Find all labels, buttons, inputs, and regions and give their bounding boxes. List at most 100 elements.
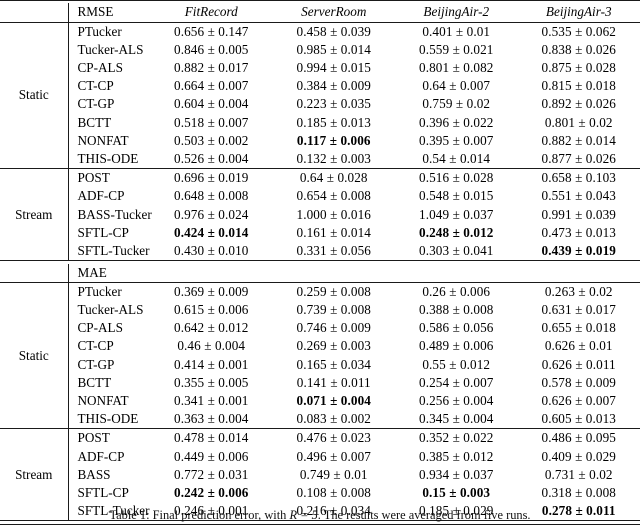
- value-cell: 0.489 ± 0.006: [395, 337, 518, 355]
- value-cell: 0.801 ± 0.02: [518, 114, 640, 132]
- value-cell: 0.615 ± 0.006: [150, 301, 273, 319]
- value-cell: 0.071 ± 0.004: [273, 392, 396, 410]
- group-header-cell: [0, 3, 68, 21]
- value-cell: 0.496 ± 0.007: [273, 448, 396, 466]
- value-cell: 0.256 ± 0.004: [395, 392, 518, 410]
- value-cell: 0.882 ± 0.017: [150, 59, 273, 77]
- value-cell: 0.516 ± 0.028: [395, 169, 518, 188]
- value-cell: 0.654 ± 0.008: [273, 187, 396, 205]
- table-row: ADF-CP0.648 ± 0.0080.654 ± 0.0080.548 ± …: [0, 187, 640, 205]
- value-cell: 0.223 ± 0.035: [273, 95, 396, 113]
- method-name-cell: POST: [68, 169, 150, 188]
- value-cell: 0.385 ± 0.012: [395, 448, 518, 466]
- method-name-cell: BCTT: [68, 374, 150, 392]
- value-cell: 0.64 ± 0.028: [273, 169, 396, 188]
- method-name-cell: CP-ALS: [68, 319, 150, 337]
- results-table: RMSEFitRecordServerRoomBeijingAir-2Beiji…: [0, 0, 640, 525]
- value-cell: 0.341 ± 0.001: [150, 392, 273, 410]
- table-row: NONFAT0.341 ± 0.0010.071 ± 0.0040.256 ± …: [0, 392, 640, 410]
- group-label-static: Static: [0, 22, 68, 168]
- table-figure-page: RMSEFitRecordServerRoomBeijingAir-2Beiji…: [0, 0, 640, 524]
- table-row: Tucker-ALS0.846 ± 0.0050.985 ± 0.0140.55…: [0, 41, 640, 59]
- value-cell: 0.384 ± 0.009: [273, 77, 396, 95]
- value-cell: 0.395 ± 0.007: [395, 132, 518, 150]
- group-label-stream: Stream: [0, 429, 68, 521]
- table-row: SFTL-CP0.424 ± 0.0140.161 ± 0.0140.248 ±…: [0, 224, 640, 242]
- value-cell: 0.696 ± 0.019: [150, 169, 273, 188]
- table-row: CT-GP0.414 ± 0.0010.165 ± 0.0340.55 ± 0.…: [0, 356, 640, 374]
- value-cell: 0.478 ± 0.014: [150, 429, 273, 448]
- value-cell: 0.626 ± 0.011: [518, 356, 640, 374]
- value-cell: 0.746 ± 0.009: [273, 319, 396, 337]
- dataset-header-serverroom: ServerRoom: [273, 3, 396, 21]
- value-cell: 0.083 ± 0.002: [273, 410, 396, 428]
- value-cell: 0.934 ± 0.037: [395, 466, 518, 484]
- method-name-cell: ADF-CP: [68, 448, 150, 466]
- value-cell: 0.994 ± 0.015: [273, 59, 396, 77]
- value-cell: 0.132 ± 0.003: [273, 150, 396, 168]
- value-cell: 0.526 ± 0.004: [150, 150, 273, 168]
- value-cell: 0.626 ± 0.01: [518, 337, 640, 355]
- table-header-row: RMSEFitRecordServerRoomBeijingAir-2Beiji…: [0, 3, 640, 21]
- value-cell: 0.55 ± 0.012: [395, 356, 518, 374]
- value-cell: 0.605 ± 0.013: [518, 410, 640, 428]
- method-name-cell: ADF-CP: [68, 187, 150, 205]
- method-name-cell: POST: [68, 429, 150, 448]
- value-cell: 0.401 ± 0.01: [395, 22, 518, 41]
- group-label-stream: Stream: [0, 169, 68, 261]
- method-name-cell: BCTT: [68, 114, 150, 132]
- table-row: CT-GP0.604 ± 0.0040.223 ± 0.0350.759 ± 0…: [0, 95, 640, 113]
- value-cell: 0.269 ± 0.003: [273, 337, 396, 355]
- value-cell: 0.586 ± 0.056: [395, 319, 518, 337]
- value-cell: 0.248 ± 0.012: [395, 224, 518, 242]
- value-cell: 0.15 ± 0.003: [395, 484, 518, 502]
- caption-suffix: . The results were averaged from five ru…: [318, 508, 531, 522]
- value-cell: 0.658 ± 0.103: [518, 169, 640, 188]
- value-cell: 0.664 ± 0.007: [150, 77, 273, 95]
- metric-label-rmse: RMSE: [68, 3, 150, 21]
- value-cell: 0.801 ± 0.082: [395, 59, 518, 77]
- value-cell: 0.26 ± 0.006: [395, 282, 518, 301]
- value-cell: 0.363 ± 0.004: [150, 410, 273, 428]
- method-name-cell: SFTL-CP: [68, 484, 150, 502]
- value-cell: 0.108 ± 0.008: [273, 484, 396, 502]
- method-name-cell: NONFAT: [68, 132, 150, 150]
- value-cell: 0.449 ± 0.006: [150, 448, 273, 466]
- method-name-cell: PTucker: [68, 22, 150, 41]
- method-name-cell: Tucker-ALS: [68, 301, 150, 319]
- method-name-cell: BASS-Tucker: [68, 206, 150, 224]
- table-row: THIS-ODE0.363 ± 0.0040.083 ± 0.0020.345 …: [0, 410, 640, 428]
- value-cell: 0.439 ± 0.019: [518, 242, 640, 260]
- value-cell: 0.54 ± 0.014: [395, 150, 518, 168]
- value-cell: 0.503 ± 0.002: [150, 132, 273, 150]
- method-name-cell: CT-GP: [68, 356, 150, 374]
- method-name-cell: SFTL-CP: [68, 224, 150, 242]
- value-cell: 0.815 ± 0.018: [518, 77, 640, 95]
- value-cell: 0.976 ± 0.024: [150, 206, 273, 224]
- caption-prefix: Table 1: Final prediction error, with: [109, 508, 289, 522]
- value-cell: 0.772 ± 0.031: [150, 466, 273, 484]
- value-cell: 0.263 ± 0.02: [518, 282, 640, 301]
- value-cell: 0.838 ± 0.026: [518, 41, 640, 59]
- value-cell: 0.141 ± 0.011: [273, 374, 396, 392]
- value-cell: 0.626 ± 0.007: [518, 392, 640, 410]
- dataset-header-beijingair-3: BeijingAir-3: [518, 3, 640, 21]
- table-row: CP-ALS0.642 ± 0.0120.746 ± 0.0090.586 ± …: [0, 319, 640, 337]
- table-row: CP-ALS0.882 ± 0.0170.994 ± 0.0150.801 ± …: [0, 59, 640, 77]
- dataset-header-beijingair-2: BeijingAir-2: [395, 3, 518, 21]
- table-row: BASS0.772 ± 0.0310.749 ± 0.010.934 ± 0.0…: [0, 466, 640, 484]
- value-cell: 1.000 ± 0.016: [273, 206, 396, 224]
- value-cell: 0.165 ± 0.034: [273, 356, 396, 374]
- table-row: BCTT0.518 ± 0.0070.185 ± 0.0130.396 ± 0.…: [0, 114, 640, 132]
- value-cell: 0.117 ± 0.006: [273, 132, 396, 150]
- value-cell: 0.345 ± 0.004: [395, 410, 518, 428]
- value-cell: 0.875 ± 0.028: [518, 59, 640, 77]
- value-cell: 0.551 ± 0.043: [518, 187, 640, 205]
- table-row: BCTT0.355 ± 0.0050.141 ± 0.0110.254 ± 0.…: [0, 374, 640, 392]
- method-name-cell: THIS-ODE: [68, 410, 150, 428]
- value-cell: 0.892 ± 0.026: [518, 95, 640, 113]
- value-cell: 0.458 ± 0.039: [273, 22, 396, 41]
- method-name-cell: Tucker-ALS: [68, 41, 150, 59]
- value-cell: 0.656 ± 0.147: [150, 22, 273, 41]
- value-cell: 0.318 ± 0.008: [518, 484, 640, 502]
